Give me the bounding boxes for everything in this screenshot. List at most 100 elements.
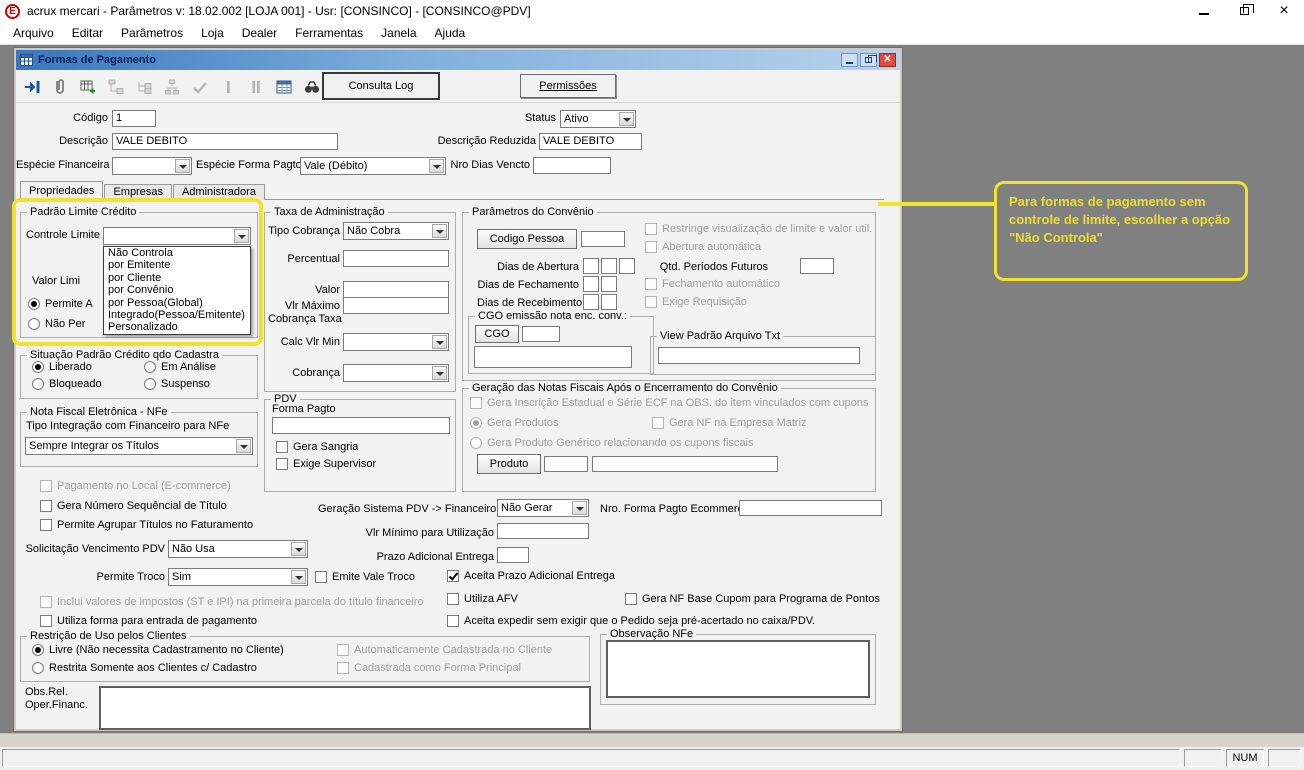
menu-parametros[interactable]: Parâmetros <box>112 23 192 43</box>
radio-nao-permite[interactable]: Não Per <box>28 317 85 331</box>
attachment-button[interactable] <box>46 73 73 100</box>
checkbox-utiliza-entrada[interactable]: Utiliza forma para entrada de pagamento <box>40 614 257 628</box>
child-close-button[interactable]: ✕ <box>879 53 896 67</box>
produto-descricao-input[interactable] <box>592 456 778 472</box>
dias-fechamento-input-1[interactable] <box>583 276 599 292</box>
dropdown-arrow-icon[interactable] <box>429 159 444 173</box>
dropdown-arrow-icon[interactable] <box>619 112 634 126</box>
qtd-periodos-futuros-input[interactable] <box>800 258 834 274</box>
permite-troco-select[interactable]: Sim <box>168 568 308 586</box>
menu-loja[interactable]: Loja <box>192 23 233 43</box>
grid-view-button[interactable] <box>270 73 297 100</box>
nro-forma-ecommerce-input[interactable] <box>739 500 882 516</box>
dropdown-option-por-convenio[interactable]: por Convênio <box>104 284 250 296</box>
radio-em-analise[interactable]: Em Análise <box>144 360 216 374</box>
descricao-input[interactable]: VALE DEBITO <box>112 133 338 150</box>
insert-record-button[interactable] <box>74 73 101 100</box>
dias-recebimento-input-2[interactable] <box>601 294 617 310</box>
dropdown-option-personalizado[interactable]: Personalizado <box>104 321 250 333</box>
tipo-integracao-select[interactable]: Sempre Integrar os Títulos <box>25 437 253 455</box>
produto-button[interactable]: Produto <box>477 454 541 474</box>
menu-editar[interactable]: Editar <box>63 23 112 43</box>
restore-button[interactable] <box>1224 0 1264 22</box>
dropdown-arrow-icon[interactable] <box>236 439 251 453</box>
codigo-pessoa-input[interactable] <box>581 231 625 247</box>
dropdown-option-nao-controla[interactable]: Não Controla <box>104 247 250 259</box>
tab-propriedades[interactable]: Propriedades <box>20 181 104 200</box>
dropdown-option-integrado[interactable]: Integrado(Pessoa/Emitente) <box>104 309 250 321</box>
dropdown-arrow-icon[interactable] <box>432 366 447 380</box>
tree-copy-button-2[interactable] <box>130 73 157 100</box>
cgo-memo[interactable] <box>474 346 632 368</box>
dropdown-arrow-icon[interactable] <box>572 501 587 515</box>
dropdown-arrow-icon[interactable] <box>432 335 447 349</box>
controle-limite-select[interactable] <box>103 227 251 245</box>
dias-fechamento-input-2[interactable] <box>601 276 617 292</box>
menu-dealer[interactable]: Dealer <box>233 23 286 43</box>
especie-forma-pagto-select[interactable]: Vale (Débito) <box>300 157 446 175</box>
navigator-button[interactable] <box>18 73 45 100</box>
dias-recebimento-input-1[interactable] <box>583 294 599 310</box>
prazo-adicional-input[interactable] <box>497 547 529 563</box>
cgo-input[interactable] <box>522 326 560 342</box>
status-select[interactable]: Ativo <box>560 110 636 128</box>
radio-liberado[interactable]: Liberado <box>32 360 92 374</box>
checkbox-gera-numero-sequencial[interactable]: Gera Número Sequêncial de Título <box>40 499 227 513</box>
view-padrao-input[interactable] <box>658 347 860 364</box>
radio-restrita[interactable]: Restrita Somente aos Clientes c/ Cadastr… <box>32 661 257 675</box>
radio-bloqueado[interactable]: Bloqueado <box>32 377 102 391</box>
checkbox-aceita-prazo[interactable]: Aceita Prazo Adicional Entrega <box>447 569 615 583</box>
nro-dias-vencto-input[interactable] <box>533 157 611 174</box>
obs-rel-textarea[interactable] <box>99 686 591 730</box>
observacao-nfe-textarea[interactable] <box>606 640 870 698</box>
search-button[interactable] <box>298 73 325 100</box>
descricao-reduzida-input[interactable]: VALE DEBITO <box>539 133 642 150</box>
dropdown-arrow-icon[interactable] <box>291 542 306 556</box>
dropdown-arrow-icon[interactable] <box>234 229 249 243</box>
solicitacao-vencimento-select[interactable]: Não Usa <box>168 540 308 558</box>
tab-administradora[interactable]: Administradora <box>172 184 265 200</box>
menu-arquivo[interactable]: Arquivo <box>4 23 63 43</box>
bar-button[interactable] <box>214 73 241 100</box>
cgo-button[interactable]: CGO <box>475 325 519 343</box>
vlr-maximo-input[interactable] <box>343 297 449 314</box>
radio-suspenso[interactable]: Suspenso <box>144 377 210 391</box>
tab-empresas[interactable]: Empresas <box>104 184 172 200</box>
radio-permite[interactable]: Permite A <box>28 297 93 311</box>
child-titlebar[interactable]: Formas de Pagamento ✕ <box>16 50 900 70</box>
codigo-pessoa-button[interactable]: Codigo Pessoa <box>477 229 577 249</box>
menu-janela[interactable]: Janela <box>372 23 425 43</box>
checkbox-utiliza-afv[interactable]: Utiliza AFV <box>447 592 518 606</box>
menu-ajuda[interactable]: Ajuda <box>426 23 475 43</box>
menu-ferramentas[interactable]: Ferramentas <box>286 23 372 43</box>
minimize-button[interactable] <box>1184 0 1224 22</box>
vlr-minimo-input[interactable] <box>497 523 589 539</box>
checkbox-gera-sangria[interactable]: Gera Sangria <box>276 440 358 454</box>
tree-copy-button-3[interactable] <box>158 73 185 100</box>
codigo-input[interactable]: 1 <box>112 110 156 127</box>
dropdown-option-por-emitente[interactable]: por Emitente <box>104 259 250 271</box>
dropdown-arrow-icon[interactable] <box>432 224 447 238</box>
checkbox-gera-nf-base-cupom[interactable]: Gera NF Base Cupom para Programa de Pont… <box>625 592 880 606</box>
dropdown-option-por-cliente[interactable]: por Cliente <box>104 272 250 284</box>
radio-livre[interactable]: Livre (Não necessita Cadastramento no Cl… <box>32 643 284 657</box>
dropdown-arrow-icon[interactable] <box>291 570 306 584</box>
checkbox-aceita-expedir[interactable]: Aceita expedir sem exigir que o Pedido s… <box>447 614 815 628</box>
dias-abertura-input-2[interactable] <box>601 258 617 274</box>
checkbox-permite-agrupar[interactable]: Permite Agrupar Títulos no Faturamento <box>40 518 253 532</box>
dropdown-arrow-icon[interactable] <box>175 159 190 173</box>
child-restore-button[interactable] <box>860 53 877 67</box>
especie-financeira-select[interactable] <box>112 157 192 175</box>
pause-button[interactable] <box>242 73 269 100</box>
close-button[interactable]: × <box>1264 0 1304 22</box>
checkbox-emite-vale-troco[interactable]: Emite Vale Troco <box>315 570 415 584</box>
produto-codigo-input[interactable] <box>544 456 588 472</box>
child-minimize-button[interactable] <box>841 53 858 67</box>
forma-pagto-input[interactable] <box>272 417 450 434</box>
permissoes-button[interactable]: Permissões <box>520 74 616 98</box>
confirm-button[interactable] <box>186 73 213 100</box>
dropdown-option-por-pessoa-global[interactable]: por Pessoa(Global) <box>104 297 250 309</box>
tree-copy-button-1[interactable] <box>102 73 129 100</box>
checkbox-exige-supervisor[interactable]: Exige Supervisor <box>276 457 376 471</box>
dias-abertura-input-3[interactable] <box>619 258 635 274</box>
